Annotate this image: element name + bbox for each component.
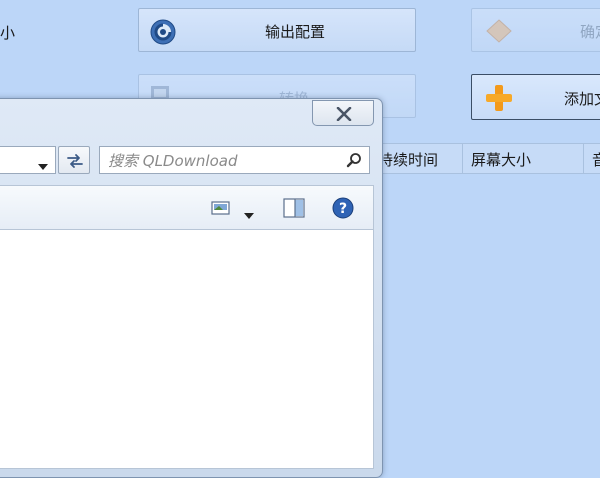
refresh-button[interactable] [58,146,90,174]
disabled-action-label: 确定 [580,23,600,41]
search-box[interactable] [99,146,370,174]
view-mode-icon[interactable] [211,200,231,220]
svg-text:?: ? [339,201,347,217]
disabled-action-button[interactable]: 确定 [471,8,600,52]
add-file-button[interactable]: 添加文 [471,74,600,120]
diamond-icon [486,19,512,47]
output-config-label: 输出配置 [265,23,326,41]
settings-gear-icon [149,18,177,50]
column-header-audio[interactable]: 音 [584,143,600,174]
column-header-screen-size[interactable]: 屏幕大小 [463,143,584,174]
file-list-area[interactable] [0,229,374,469]
add-file-label: 添加文 [564,90,600,108]
close-button[interactable] [312,100,374,126]
address-bar[interactable] [0,146,56,174]
preview-pane-icon[interactable] [283,198,305,222]
chevron-down-icon[interactable] [37,156,49,175]
output-config-button[interactable]: 输出配置 [138,8,416,52]
view-menu-chevron-icon[interactable] [244,205,254,224]
search-input[interactable] [106,150,346,172]
search-icon[interactable] [346,152,362,172]
plus-icon [484,83,514,117]
help-icon[interactable]: ? [332,197,354,223]
option-label: 小 [0,24,16,42]
dialog-toolbar: ? [0,185,374,229]
refresh-icon [65,152,85,174]
close-icon [336,106,352,125]
